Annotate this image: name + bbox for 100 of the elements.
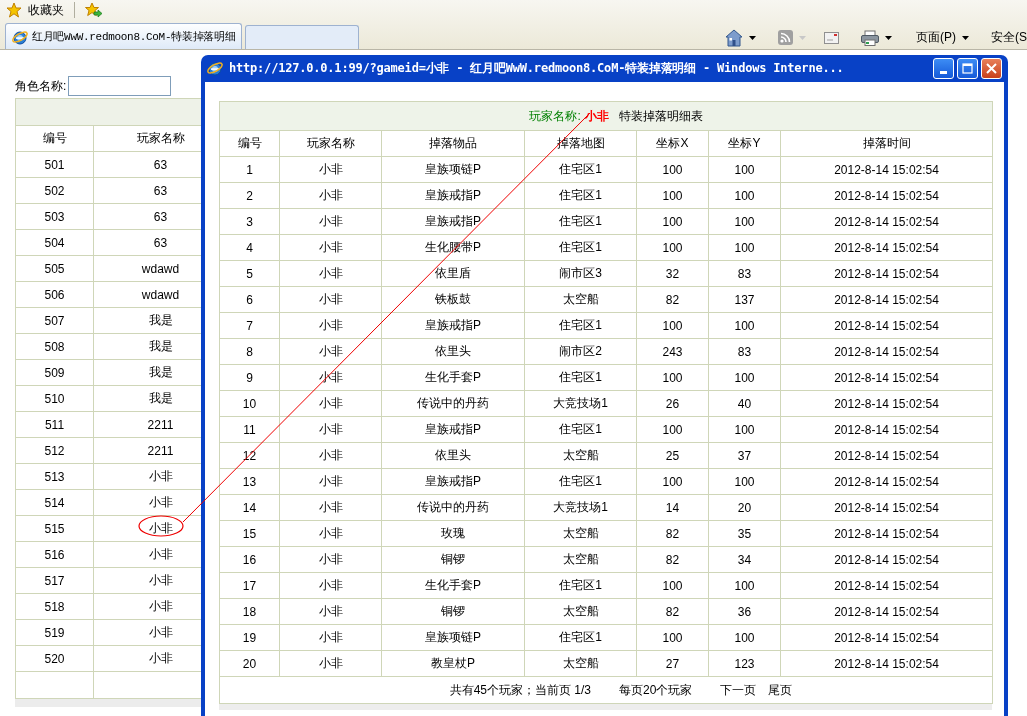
table-cell: 82: [636, 598, 709, 625]
table-cell: 2012-8-14 15:02:54: [780, 598, 993, 625]
table-cell: 小非: [279, 520, 382, 547]
table-cell: 11: [219, 416, 280, 443]
table-cell: 100: [636, 624, 709, 651]
star-icon[interactable]: [6, 2, 22, 18]
table-cell: 2012-8-14 15:02:54: [780, 364, 993, 391]
table-cell: 100: [708, 364, 781, 391]
table-cell: 515: [15, 515, 94, 542]
pagination-link[interactable]: 尾页: [768, 681, 793, 699]
table-cell: 508: [15, 333, 94, 360]
table-cell: 137: [708, 286, 781, 313]
table-cell: 2012-8-14 15:02:54: [780, 312, 993, 339]
table-cell: 住宅区1: [524, 468, 637, 495]
table-cell: 太空船: [524, 546, 637, 573]
table-cell: 502: [15, 177, 94, 204]
table-cell: 27: [636, 650, 709, 677]
table-cell: 2012-8-14 15:02:54: [780, 442, 993, 469]
close-icon: [986, 63, 997, 74]
maximize-button[interactable]: [957, 58, 978, 79]
table-cell: 100: [636, 234, 709, 261]
table-cell: 100: [636, 416, 709, 443]
page-summary: 共有45个玩家；当前页 1/3: [449, 681, 592, 699]
table-cell: 25: [636, 442, 709, 469]
menu-button[interactable]: 安全(S: [991, 29, 1027, 46]
table-cell: 小非: [279, 182, 382, 209]
table-cell: 37: [708, 442, 781, 469]
table-cell: 皇族项链P: [381, 156, 525, 183]
table-cell: 小非: [279, 494, 382, 521]
add-favorite-icon[interactable]: [85, 2, 103, 18]
table-cell: 82: [636, 546, 709, 573]
column-header: 掉落时间: [780, 130, 993, 157]
table-cell: 小非: [279, 338, 382, 365]
table-cell: 2012-8-14 15:02:54: [780, 468, 993, 495]
table-cell: 皇族戒指P: [381, 208, 525, 235]
table-cell: 住宅区1: [524, 156, 637, 183]
table-cell: 514: [15, 489, 94, 516]
table-cell: 513: [15, 463, 94, 490]
caret-icon[interactable]: [885, 35, 892, 40]
table-cell: 太空船: [524, 520, 637, 547]
pagination-link[interactable]: 下一页: [720, 681, 757, 699]
table-cell: 2: [219, 182, 280, 209]
table-cell: 太空船: [524, 650, 637, 677]
table-cell: 20: [708, 494, 781, 521]
table-cell: 82: [636, 520, 709, 547]
table-cell: 依里头: [381, 338, 525, 365]
name-input-field[interactable]: [68, 76, 172, 96]
table-cell: 住宅区1: [524, 416, 637, 443]
table-cell: 100: [708, 468, 781, 495]
table-cell: 5: [219, 260, 280, 287]
browser-tab[interactable]: 红月吧WwW.redmoon8.CoM-特装掉落明细: [5, 23, 243, 49]
table-cell: 100: [708, 234, 781, 261]
table-caption: 特装掉落明细表: [618, 107, 703, 125]
table-cell: 小非: [279, 546, 382, 573]
table-cell: 小非: [279, 598, 382, 625]
table-cell: 3: [219, 208, 280, 235]
table-cell: 100: [708, 312, 781, 339]
favorites-label[interactable]: 收藏夹: [28, 1, 64, 19]
table-cell: 太空船: [524, 442, 637, 469]
table-cell: 15: [219, 520, 280, 547]
table-cell: 517: [15, 567, 94, 594]
caret-icon[interactable]: [962, 35, 969, 40]
close-button[interactable]: [981, 58, 1002, 79]
table-cell: 2012-8-14 15:02:54: [780, 624, 993, 651]
table-cell: 皇族戒指P: [381, 312, 525, 339]
table-cell: 小非: [279, 286, 382, 313]
table-cell: 82: [636, 286, 709, 313]
table-cell: 2012-8-14 15:02:54: [780, 416, 993, 443]
mail-icon[interactable]: [824, 31, 839, 44]
table-cell: 83: [708, 338, 781, 365]
table-cell: 2012-8-14 15:02:54: [780, 156, 993, 183]
table-cell: 504: [15, 229, 94, 256]
table-cell: 512: [15, 437, 94, 464]
table-cell: 100: [636, 468, 709, 495]
home-icon[interactable]: [725, 28, 743, 47]
table-cell: 19: [219, 624, 280, 651]
print-icon[interactable]: [861, 29, 879, 46]
table-cell: 铜锣: [381, 546, 525, 573]
table-cell: 2012-8-14 15:02:54: [780, 390, 993, 417]
table-cell: 510: [15, 385, 94, 412]
table-cell: 2012-8-14 15:02:54: [780, 208, 993, 235]
table-cell: 皇族项链P: [381, 624, 525, 651]
table-cell: 14: [636, 494, 709, 521]
caret-icon[interactable]: [749, 35, 756, 40]
table-cell: 依里头: [381, 442, 525, 469]
menu-button[interactable]: 页面(P): [916, 29, 956, 46]
maximize-icon: [962, 63, 973, 74]
minimize-button[interactable]: [933, 58, 954, 79]
feed-icon[interactable]: [778, 30, 793, 45]
table-cell: 100: [636, 208, 709, 235]
table-cell: 100: [708, 182, 781, 209]
table-cell: 36: [708, 598, 781, 625]
table-cell: 13: [219, 468, 280, 495]
column-header: 坐标Y: [708, 130, 781, 157]
table-cell: 生化手套P: [381, 572, 525, 599]
page-size-label: 每页20个玩家: [619, 681, 693, 699]
table-cell: 小非: [279, 156, 382, 183]
table-cell: 小非: [279, 312, 382, 339]
table-cell: 小非: [279, 624, 382, 651]
table-cell: 太空船: [524, 598, 637, 625]
